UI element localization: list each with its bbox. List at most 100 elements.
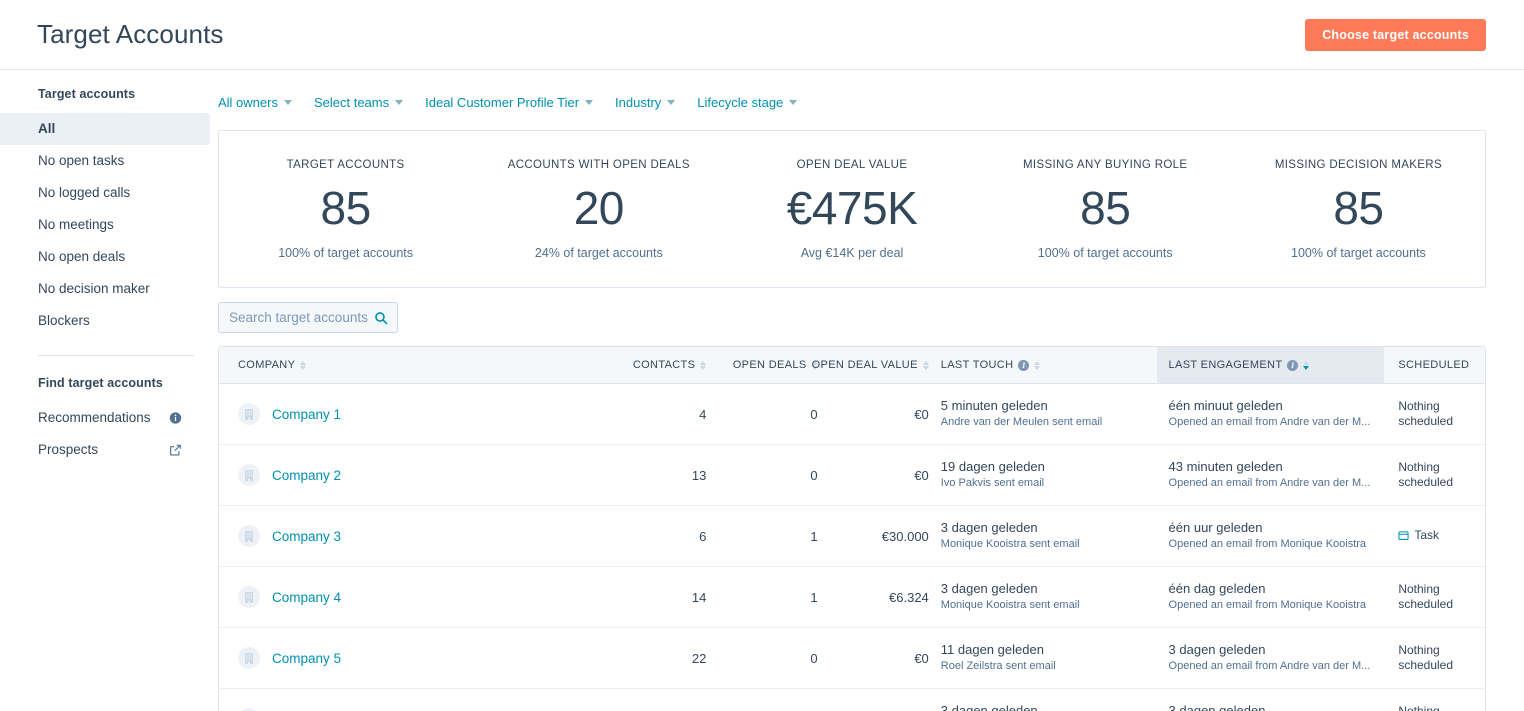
- column-header-last-touch[interactable]: LAST TOUCH i: [928, 347, 1157, 384]
- cell-open-deal-value: €0: [817, 383, 929, 445]
- column-header-company[interactable]: COMPANY: [219, 347, 611, 384]
- stat-subtext: 24% of target accounts: [534, 245, 663, 260]
- stat-label: MISSING ANY BUYING ROLE: [1023, 158, 1188, 171]
- cell-last-engagement: één dag geleden Opened an email from Moni…: [1156, 566, 1385, 628]
- cell-scheduled: Nothingscheduled: [1384, 383, 1485, 445]
- search-input[interactable]: [229, 310, 369, 325]
- cell-contacts: 22: [610, 627, 707, 689]
- column-header-contacts[interactable]: CONTACTS: [610, 347, 707, 384]
- filter-industry[interactable]: Industry: [615, 94, 676, 110]
- cell-open-deals: 0: [706, 627, 818, 689]
- cell-last-touch: 3 dagen geleden Monique Kooistra sent ema…: [928, 505, 1157, 567]
- sidebar-divider: [38, 355, 194, 356]
- main-content: All owners Select teams Ideal Customer Pro…: [218, 70, 1524, 711]
- cell-scheduled: Nothingscheduled: [1384, 444, 1485, 506]
- cell-last-touch: 3 dagen geleden Monique Kooistra sent ema…: [928, 566, 1157, 628]
- filter-label: Lifecycle stage: [697, 94, 784, 110]
- stat-label: TARGET ACCOUNTS: [286, 158, 405, 171]
- sort-arrows-icon[interactable]: [922, 360, 929, 370]
- table-row[interactable]: Company 5 22 0 €0 11 dagen geleden Roel Zeils…: [219, 627, 1485, 689]
- company-name-link[interactable]: Company 5: [272, 651, 341, 666]
- table-row[interactable]: Company 2 13 0 €0 19 dagen geleden Ivo Pakvis…: [219, 444, 1485, 506]
- company-name-link[interactable]: Company 3: [272, 529, 341, 544]
- sort-arrows-icon[interactable]: [1303, 360, 1310, 370]
- sidebar-item-label: Recommendations: [38, 410, 151, 425]
- last-engagement-detail: Opened an email from Andre van der M...: [1168, 416, 1371, 428]
- cell-last-touch: 3 dagen geledenRoel Zeilstra sent email: [929, 689, 1157, 711]
- sidebar-item-label: No open tasks: [38, 153, 125, 168]
- chevron-down-icon: [667, 99, 676, 105]
- sidebar-item-no-decision-maker[interactable]: No decision maker: [0, 273, 210, 305]
- last-engagement-detail: Opened an email from Monique Kooistra: [1168, 538, 1367, 550]
- sidebar-item-no-logged-calls[interactable]: No logged calls: [0, 177, 210, 209]
- last-touch-time: 3 dagen geleden: [940, 703, 1038, 711]
- cell-open-deal-value: €0: [818, 689, 929, 711]
- cell-open-deal-value: €6.324: [817, 566, 929, 628]
- filter-select-teams[interactable]: Select teams: [313, 94, 404, 110]
- table-row[interactable]: Company 670€03 dagen geledenRoel Zeilstr…: [219, 689, 1485, 711]
- sidebar-item-no-meetings[interactable]: No meetings: [0, 209, 210, 241]
- company-name-link[interactable]: Company 4: [272, 590, 341, 605]
- target-accounts-table-card: COMPANY CONTACTS OPEN DEALS OPEN DEAL VALUE…: [218, 346, 1486, 711]
- sidebar-section-title-find-target-accounts: Find target accounts: [38, 376, 163, 390]
- filter-label: Select teams: [313, 94, 390, 110]
- table-body: Company 1 4 0 €0 5 minuten geleden Andre van …: [219, 383, 1485, 711]
- filter-ideal-customer-profile-tier[interactable]: Ideal Customer Profile Tier: [425, 94, 594, 110]
- sidebar-item-no-open-tasks[interactable]: No open tasks: [0, 145, 210, 177]
- column-header-open-deal-value[interactable]: OPEN DEAL VALUE: [812, 347, 929, 384]
- cell-last-touch: 19 dagen geleden Ivo Pakvis sent email: [928, 444, 1157, 506]
- cell-last-engagement: één uur geleden Opened an email from Moni…: [1156, 505, 1385, 567]
- cell-company: Company 3: [219, 505, 611, 567]
- company-name-link[interactable]: Company 2: [272, 468, 341, 483]
- last-engagement-time: 43 minuten geleden: [1168, 459, 1283, 474]
- cell-open-deals: 0: [706, 444, 818, 506]
- cell-open-deals: 0: [706, 689, 817, 711]
- column-header-open-deals[interactable]: OPEN DEALS: [706, 347, 818, 384]
- sidebar-item-blockers[interactable]: Blockers: [0, 305, 210, 337]
- table-header: COMPANY CONTACTS OPEN DEALS OPEN DEAL VALUE…: [219, 347, 1485, 384]
- company-name-link[interactable]: Company 1: [272, 407, 341, 422]
- table-row[interactable]: Company 4 14 1 €6.324 3 dagen geleden Monique…: [219, 566, 1485, 628]
- sort-arrows-icon[interactable]: [700, 360, 707, 370]
- table-header-row: COMPANY CONTACTS OPEN DEALS OPEN DEAL VALUE…: [219, 347, 1485, 384]
- external-link-icon[interactable]: [169, 444, 182, 457]
- filter-label: Ideal Customer Profile Tier: [425, 94, 580, 110]
- sort-arrows-icon[interactable]: [1034, 360, 1041, 370]
- filter-lifecycle-stage[interactable]: Lifecycle stage: [697, 94, 798, 110]
- filter-label: Industry: [615, 94, 662, 110]
- sidebar-item-label: All: [38, 121, 56, 136]
- column-header-last-engagement[interactable]: LAST ENGAGEMENT i: [1156, 347, 1385, 384]
- filter-all-owners[interactable]: All owners: [218, 95, 292, 110]
- cell-scheduled: Nothingscheduled: [1384, 566, 1485, 628]
- sidebar-find-item-list: Recommendations Prospects: [0, 402, 218, 466]
- sidebar-item-no-open-deals[interactable]: No open deals: [0, 241, 210, 273]
- column-header-label: COMPANY: [238, 359, 296, 371]
- cell-open-deals: 0: [706, 383, 818, 445]
- search-target-accounts-box[interactable]: [218, 302, 398, 333]
- search-icon[interactable]: [374, 311, 388, 325]
- scheduled-task-badge[interactable]: Task: [1398, 528, 1439, 542]
- info-icon: [169, 412, 182, 425]
- last-engagement-time: één minuut geleden: [1168, 398, 1283, 413]
- stat-value: 85: [320, 181, 372, 234]
- company-avatar-building-icon: [238, 647, 260, 669]
- sidebar-item-all[interactable]: All: [0, 113, 210, 145]
- chevron-down-icon: [395, 99, 404, 105]
- chevron-down-icon: [283, 99, 292, 105]
- sidebar-item-recommendations[interactable]: Recommendations: [0, 402, 210, 434]
- table-row[interactable]: Company 3 6 1 €30.000 3 dagen geleden Monique…: [219, 505, 1485, 567]
- cell-company: Company 1: [219, 383, 611, 445]
- sidebar-item-list: All No open tasks No logged calls No meetin…: [0, 113, 218, 337]
- choose-target-accounts-button[interactable]: Choose target accounts: [1305, 19, 1486, 51]
- info-icon[interactable]: i: [1287, 359, 1299, 371]
- cell-open-deals: 1: [706, 505, 818, 567]
- column-header-label: LAST ENGAGEMENT: [1168, 359, 1283, 371]
- sidebar-item-prospects[interactable]: Prospects: [0, 434, 210, 466]
- filter-bar: All owners Select teams Ideal Customer Pro…: [218, 87, 1486, 117]
- table-row[interactable]: Company 1 4 0 €0 5 minuten geleden Andre van …: [219, 383, 1485, 445]
- info-icon[interactable]: i: [1018, 359, 1030, 371]
- last-touch-time: 3 dagen geleden: [940, 581, 1038, 596]
- sidebar-item-label: No open deals: [38, 249, 126, 264]
- last-touch-time: 5 minuten geleden: [940, 398, 1048, 413]
- sort-arrows-icon[interactable]: [300, 360, 307, 370]
